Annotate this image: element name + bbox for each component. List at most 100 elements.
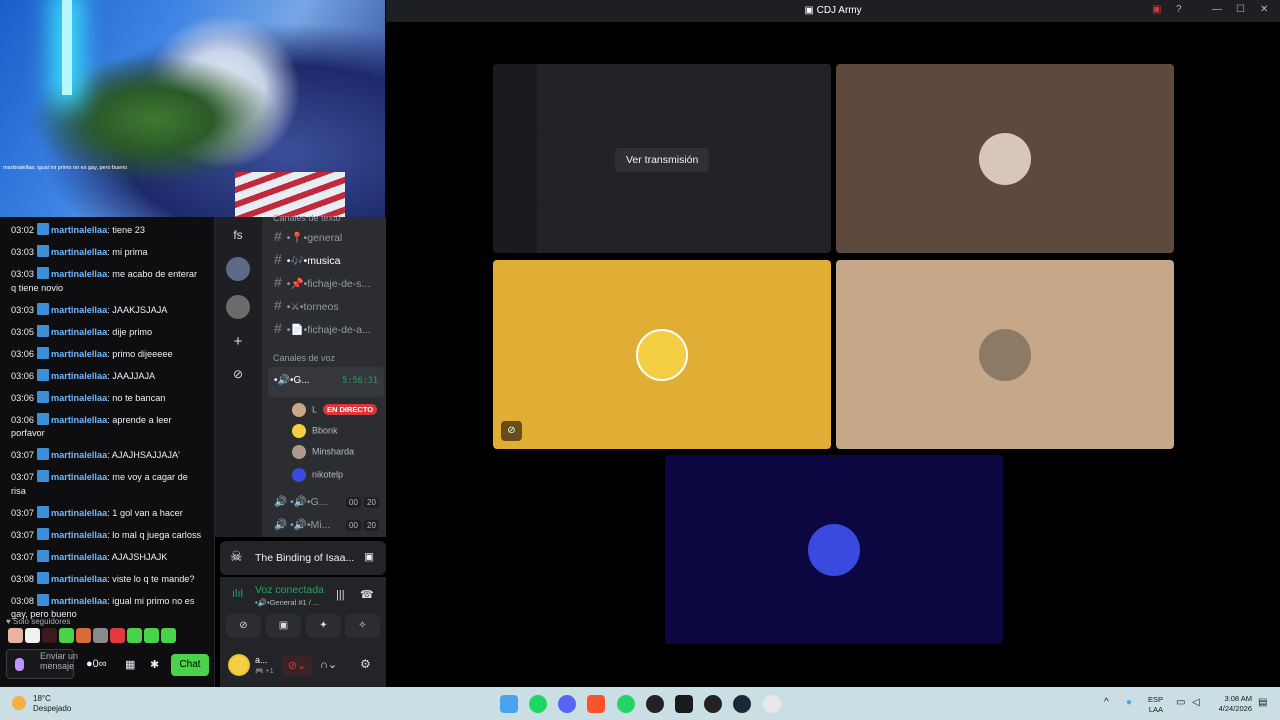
camera-off-button[interactable]: ⊘ xyxy=(226,614,261,638)
message-username[interactable]: martinalellaa xyxy=(51,574,107,584)
network-icon[interactable]: ▭ xyxy=(1176,698,1185,708)
voice-channel-3[interactable]: 🔊 •🔊•Mi... xyxy=(274,518,330,531)
server-fs[interactable]: fs xyxy=(226,223,250,247)
watch-stream-button[interactable]: Ver transmisión xyxy=(615,148,710,172)
message-username[interactable]: martinalellaa xyxy=(51,269,107,279)
store-icon[interactable]: ▦ xyxy=(125,658,135,671)
message-username[interactable]: martinalellaa xyxy=(51,530,107,540)
clock[interactable]: 3:08 AM 4/24/2026 xyxy=(1208,694,1252,714)
participant-tile-cat[interactable] xyxy=(836,260,1174,449)
mic-icon[interactable] xyxy=(15,658,24,671)
text-channel[interactable]: # •⚔•torneos xyxy=(274,297,339,313)
emote-icon[interactable] xyxy=(76,628,91,643)
mute-mic-icon[interactable]: ⊘⌄ xyxy=(282,656,312,676)
user-settings-icon[interactable]: ⚙ xyxy=(360,657,371,671)
brave-icon[interactable] xyxy=(587,695,605,713)
notification-icon[interactable]: ▤ xyxy=(1258,698,1267,708)
emote-icon[interactable] xyxy=(25,628,40,643)
headset-icon[interactable]: ∩⌄ xyxy=(320,658,337,671)
screen-share-button[interactable]: ▣ xyxy=(266,614,301,638)
text-channel[interactable]: # •📍•general xyxy=(274,228,342,244)
close-button[interactable]: ✕ xyxy=(1260,4,1268,15)
maximize-button[interactable]: ☐ xyxy=(1236,4,1245,15)
disconnect-icon[interactable]: ☎ xyxy=(360,588,374,601)
temperature: 18°C xyxy=(33,694,51,703)
tray-mic-icon[interactable]: ● xyxy=(1126,698,1132,708)
noise-suppression-icon[interactable]: ||| xyxy=(336,589,345,601)
user-avatar[interactable] xyxy=(228,654,250,676)
message-username[interactable]: martinalellaa xyxy=(51,450,107,460)
chat-message-list[interactable]: 03:02 martinalellaa: tiene 23 03:03 martina… xyxy=(0,217,214,622)
activity-card[interactable]: ☠ The Binding of Isaa... ▣ xyxy=(220,541,386,575)
server-icon-2[interactable] xyxy=(226,295,250,319)
inbox-icon[interactable]: ▣ xyxy=(1152,4,1161,15)
emote-icon[interactable] xyxy=(161,628,176,643)
explore-icon[interactable]: ⊘ xyxy=(226,362,250,386)
message-username[interactable]: martinalellaa xyxy=(51,327,107,337)
emote-icon[interactable] xyxy=(8,628,23,643)
discord-icon[interactable] xyxy=(558,695,576,713)
text-channel[interactable]: # •📄•fichaje-de-a... xyxy=(274,320,371,336)
settings-icon[interactable]: ✱ xyxy=(150,658,159,671)
participant-tile-niko[interactable] xyxy=(665,455,1003,644)
message-username[interactable]: martinalellaa xyxy=(51,247,107,257)
username[interactable]: a... 🎮 +1 xyxy=(255,655,274,675)
message-username[interactable]: martinalellaa xyxy=(51,552,107,562)
bits-icon[interactable]: ●0∞ xyxy=(86,658,107,670)
add-server-icon[interactable]: + xyxy=(226,330,250,354)
steam-icon[interactable] xyxy=(733,695,751,713)
category-voice-channels[interactable]: Canales de voz xyxy=(273,353,335,363)
category-text-channels[interactable]: Canales de texto xyxy=(273,213,341,223)
voice-channel-path[interactable]: •🔊•General #1 / ... xyxy=(255,598,319,607)
message-time: 03:07 xyxy=(11,551,34,562)
start-icon[interactable] xyxy=(500,695,518,713)
chat-message: 03:07 martinalellaa: AJAJSHJAJK xyxy=(11,549,204,565)
tray-chevron-icon[interactable]: ^ xyxy=(1104,698,1109,708)
voice-channel-2[interactable]: 🔊 •🔊•G... xyxy=(274,495,327,508)
message-username[interactable]: martinalellaa xyxy=(51,508,107,518)
soundboard-button[interactable]: ✧ xyxy=(345,614,380,638)
voice-channel-active[interactable]: •🔊•G... 5:56:31 xyxy=(268,367,384,397)
app-icon[interactable] xyxy=(646,695,664,713)
stream-tile[interactable]: Ver transmisión xyxy=(493,64,831,253)
emote-icon[interactable] xyxy=(110,628,125,643)
voice-timer: 5:56:31 xyxy=(342,376,378,386)
message-username[interactable]: martinalellaa xyxy=(51,393,107,403)
language-indicator[interactable]: ESP LAA xyxy=(1148,695,1163,715)
minimize-button[interactable]: — xyxy=(1212,4,1222,15)
help-icon[interactable]: ? xyxy=(1176,4,1182,15)
message-username[interactable]: martinalellaa xyxy=(51,305,107,315)
g-hub-icon[interactable] xyxy=(704,695,722,713)
epic-games-icon[interactable] xyxy=(675,695,693,713)
emote-icon[interactable] xyxy=(144,628,159,643)
chat-input[interactable]: Enviar un mensaje xyxy=(6,649,78,679)
message-username[interactable]: martinalellaa xyxy=(51,472,107,482)
voice-user[interactable]: nikotelp xyxy=(292,468,343,482)
voice-user[interactable]: Bbonk xyxy=(292,424,338,438)
participant-tile[interactable] xyxy=(836,64,1174,253)
spotify-icon[interactable] xyxy=(529,695,547,713)
emote-icon[interactable] xyxy=(93,628,108,643)
text-channel[interactable]: # •🎶•musica xyxy=(274,251,340,267)
message-username[interactable]: martinalellaa xyxy=(51,415,107,425)
text-channel[interactable]: # •📌•fichaje-de-s... xyxy=(274,274,370,290)
volume-icon[interactable]: ◁ xyxy=(1192,698,1200,708)
emote-icon[interactable] xyxy=(59,628,74,643)
user-badge-icon xyxy=(37,527,49,540)
message-username[interactable]: martinalellaa xyxy=(51,371,107,381)
server-icon-1[interactable] xyxy=(226,257,250,281)
isaac-icon[interactable] xyxy=(763,695,781,713)
voice-user[interactable]: L EN DIRECTO xyxy=(292,403,378,417)
stream-monitor-icon[interactable]: ▣ xyxy=(364,551,374,563)
emote-icon[interactable] xyxy=(127,628,142,643)
message-username[interactable]: martinalellaa xyxy=(51,596,107,606)
message-username[interactable]: martinalellaa xyxy=(51,225,107,235)
whatsapp-icon[interactable] xyxy=(617,695,635,713)
activities-button[interactable]: ✦ xyxy=(306,614,341,638)
chat-send-button[interactable]: Chat xyxy=(171,654,209,676)
message-username[interactable]: martinalellaa xyxy=(51,349,107,359)
voice-user[interactable]: Minsharda xyxy=(292,445,354,459)
participant-tile-bbonk[interactable]: ⊘ xyxy=(493,260,831,449)
window-titlebar: ▣ CDJ Army ▣ ? — ☐ ✕ xyxy=(386,0,1280,22)
emote-icon[interactable] xyxy=(42,628,57,643)
